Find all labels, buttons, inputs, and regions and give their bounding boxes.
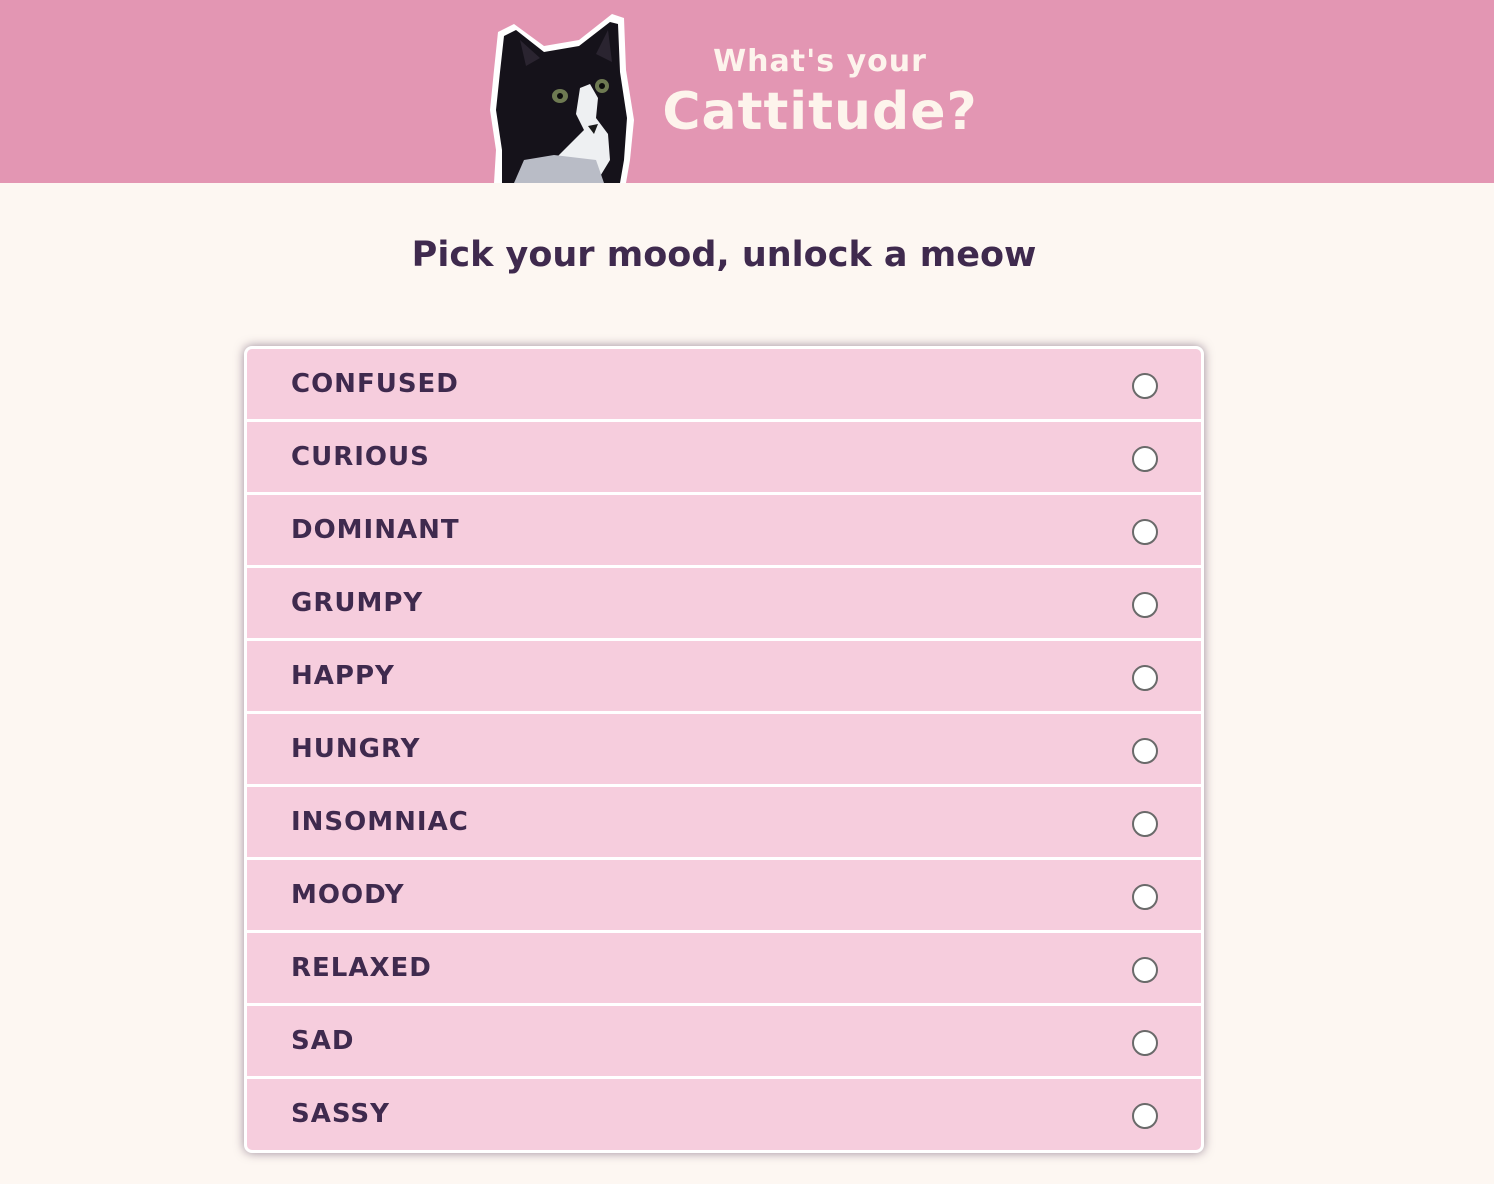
mood-label: CONFUSED: [291, 369, 459, 399]
radio-button[interactable]: [1132, 446, 1158, 472]
mood-option-dominant[interactable]: DOMINANT: [247, 495, 1201, 565]
mood-label: RELAXED: [291, 953, 432, 983]
radio-button[interactable]: [1132, 665, 1158, 691]
mood-label: CURIOUS: [291, 442, 430, 472]
mood-option-hungry[interactable]: HUNGRY: [247, 714, 1201, 784]
mood-option-sad[interactable]: SAD: [247, 1006, 1201, 1076]
mood-label: MOODY: [291, 880, 405, 910]
radio-button[interactable]: [1132, 373, 1158, 399]
mood-label: SAD: [291, 1026, 355, 1056]
mood-options-list: CONFUSED CURIOUS DOMINANT GRUMPY HAPPY H…: [244, 346, 1204, 1153]
cat-photo: [490, 14, 634, 183]
radio-button[interactable]: [1132, 957, 1158, 983]
mood-option-happy[interactable]: HAPPY: [247, 641, 1201, 711]
title-main: Cattitude?: [662, 82, 978, 142]
radio-button[interactable]: [1132, 592, 1158, 618]
radio-button[interactable]: [1132, 1103, 1158, 1129]
mood-label: GRUMPY: [291, 588, 424, 618]
radio-button[interactable]: [1132, 811, 1158, 837]
title-subtitle: What's your: [713, 44, 927, 79]
mood-option-confused[interactable]: CONFUSED: [247, 349, 1201, 419]
mood-label: DOMINANT: [291, 515, 460, 545]
mood-label: HUNGRY: [291, 734, 421, 764]
mood-option-grumpy[interactable]: GRUMPY: [247, 568, 1201, 638]
mood-option-moody[interactable]: MOODY: [247, 860, 1201, 930]
mood-option-insomniac[interactable]: INSOMNIAC: [247, 787, 1201, 857]
radio-button[interactable]: [1132, 519, 1158, 545]
mood-label: INSOMNIAC: [291, 807, 469, 837]
mood-option-sassy[interactable]: SASSY: [247, 1079, 1201, 1150]
page-header: What's your Cattitude?: [0, 0, 1494, 183]
radio-button[interactable]: [1132, 1030, 1158, 1056]
mood-label: SASSY: [291, 1099, 390, 1129]
mood-label: HAPPY: [291, 661, 395, 691]
radio-button[interactable]: [1132, 884, 1158, 910]
mood-option-relaxed[interactable]: RELAXED: [247, 933, 1201, 1003]
page-prompt: Pick your mood, unlock a meow: [411, 235, 1037, 275]
radio-button[interactable]: [1132, 738, 1158, 764]
mood-option-curious[interactable]: CURIOUS: [247, 422, 1201, 492]
site-title: What's your Cattitude?: [660, 42, 980, 142]
